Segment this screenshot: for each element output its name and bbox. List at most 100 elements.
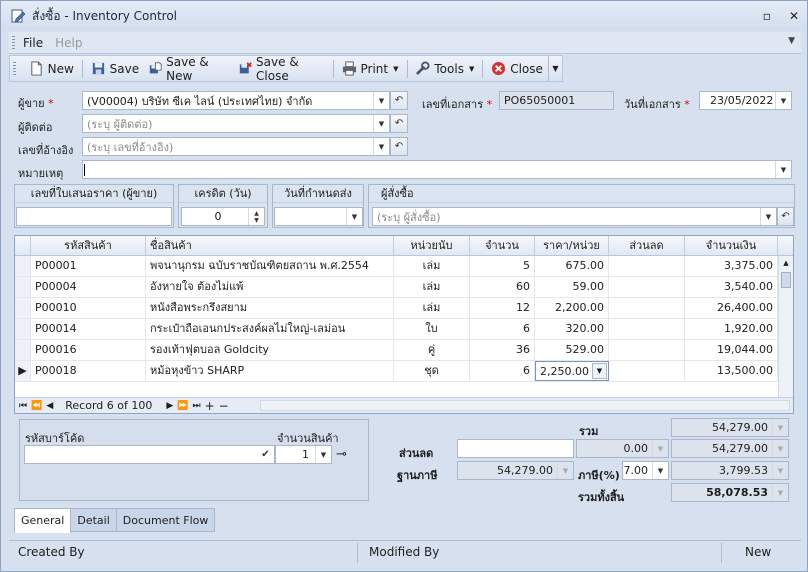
tab-detail[interactable]: Detail [70,508,117,532]
tab-document-flow[interactable]: Document Flow [115,508,216,532]
table-row[interactable]: P00004 อังหายใจ ต้องไม่แพ้ เล่ม 60 59.00 3,54… [15,277,778,298]
cell-discount[interactable] [609,256,685,276]
delivery-field[interactable]: ▼ [274,207,363,226]
cell-qty[interactable]: 6 [470,361,535,381]
chevron-down-icon[interactable]: ▼ [788,36,795,46]
cell-price[interactable]: 675.00 [535,256,609,276]
cell-discount[interactable] [609,298,685,318]
cell-code[interactable]: P00016 [31,340,146,360]
cell-name[interactable]: หม้อหุงข้าว SHARP [146,361,394,381]
cell-discount[interactable] [609,319,685,339]
cell-name[interactable]: หนังสือพระกรึงสยาม [146,298,394,318]
save-new-button[interactable]: Save & New [144,55,234,83]
table-row[interactable]: P00016 รองเท้าฟุตบอล Goldcity คู่ 36 529.00 1… [15,340,778,361]
discount-input[interactable] [457,439,574,458]
save-close-button[interactable]: Save & Close [234,55,330,83]
cell-unit[interactable]: ใบ [394,319,470,339]
cell-amount[interactable]: 26,400.00 [685,298,778,318]
cell-discount[interactable] [609,340,685,360]
contact-field[interactable]: (ระบุ ผู้ติดต่อ) ▼ [82,114,390,133]
tab-general[interactable]: General [14,508,72,533]
cell-price[interactable]: 529.00 [535,340,609,360]
product-qty-field[interactable]: 1 ▼ [275,445,332,464]
col-unit[interactable]: หน่วยนับ [394,236,470,255]
close-button[interactable]: Close [486,58,548,80]
col-name[interactable]: ชื่อสินค้า [146,236,394,255]
scroll-up-icon[interactable]: ▲ [779,256,793,270]
tools-button[interactable]: Tools ▼ [410,58,479,80]
table-row[interactable]: P00010 หนังสือพระกรึงสยาม เล่ม 12 2,200.00 26… [15,298,778,319]
credit-field[interactable]: 0 ▲ ▼ [181,207,265,226]
ref-undo-button[interactable]: ↶ [390,137,408,156]
table-row[interactable]: P00014 กระเป๋าถือเอนกประสงค์ผลไม่ใหญ่-เลม… [15,319,778,340]
chevron-down-icon[interactable]: ▼ [775,92,791,109]
col-price[interactable]: ราคา/หน่วย [535,236,609,255]
barcode-input[interactable] [24,445,258,464]
save-button[interactable]: Save [86,58,144,80]
pin-icon[interactable]: ⊸ [336,447,347,462]
cell-qty[interactable]: 36 [470,340,535,360]
new-button[interactable]: New [24,58,79,80]
check-icon[interactable]: ✔ [257,445,275,464]
chevron-down-icon[interactable]: ▼ [373,92,389,109]
cell-amount[interactable]: 19,044.00 [685,340,778,360]
vendor-field[interactable]: (V00004) บริษัท ซีเค ไลน์ (ประเทศไทย) จำ… [82,91,390,110]
cell-discount[interactable] [609,277,685,297]
cell-amount[interactable]: 3,540.00 [685,277,778,297]
cell-unit[interactable]: คู่ [394,340,470,360]
close-window-icon[interactable]: ✕ [789,10,799,22]
table-row[interactable]: ▶ P00018 หม้อหุงข้าว SHARP ชุด 6 2,250.00 ▼ 13,… [15,361,778,382]
next-record-icon[interactable]: ▶ [166,401,173,411]
prev-record-icon[interactable]: ◀ [46,401,53,411]
vendor-undo-button[interactable]: ↶ [390,91,408,110]
contact-undo-button[interactable]: ↶ [390,114,408,133]
scroll-thumb[interactable] [781,272,791,288]
cell-name[interactable]: กระเป๋าถือเอนกประสงค์ผลไม่ใหญ่-เลม่อน [146,319,394,339]
cell-unit[interactable]: เล่ม [394,277,470,297]
next-page-icon[interactable]: ⏩ [177,401,188,411]
add-record-icon[interactable]: + [205,399,215,413]
chevron-down-icon[interactable]: ▼ [373,115,389,132]
col-discount[interactable]: ส่วนลด [609,236,685,255]
buyer-undo-button[interactable]: ↶ [777,207,794,226]
horizontal-scrollbar[interactable] [260,400,790,411]
chevron-down-icon[interactable]: ▼ [775,161,791,178]
cell-name[interactable]: พจนานุกรม ฉบับราชบัณฑิตยสถาน พ.ศ.2554 [146,256,394,276]
prev-page-icon[interactable]: ⏪ [31,401,42,411]
first-record-icon[interactable]: ⏮ [19,401,27,411]
cell-unit[interactable]: เล่ม [394,298,470,318]
cell-code[interactable]: P00014 [31,319,146,339]
chevron-down-icon[interactable]: ▼ [760,208,776,225]
spin-updown-icon[interactable]: ▲ ▼ [248,208,264,225]
table-row[interactable]: P00001 พจนานุกรม ฉบับราชบัณฑิตยสถาน พ.ศ.2… [15,256,778,277]
cell-code[interactable]: P00001 [31,256,146,276]
cell-qty[interactable]: 6 [470,319,535,339]
cell-price[interactable]: 320.00 [535,319,609,339]
remark-field[interactable]: ▼ [82,160,792,179]
col-code[interactable]: รหัสสินค้า [31,236,146,255]
cell-name[interactable]: อังหายใจ ต้องไม่แพ้ [146,277,394,297]
chevron-down-icon[interactable]: ▼ [373,138,389,155]
vertical-scrollbar[interactable]: ▲ [778,256,793,399]
cell-code[interactable]: P00018 [31,361,146,381]
cell-price[interactable]: 59.00 [535,277,609,297]
col-amount[interactable]: จำนวนเงิน [685,236,778,255]
cell-discount[interactable] [609,361,685,381]
menu-file[interactable]: File [23,36,43,50]
col-qty[interactable]: จำนวน [470,236,535,255]
ref-field[interactable]: (ระบุ เลขที่อ้างอิง) ▼ [82,137,390,156]
cell-price[interactable]: 2,250.00 ▼ [535,361,609,381]
cell-amount[interactable]: 1,920.00 [685,319,778,339]
chevron-down-icon[interactable]: ▼ [652,462,668,479]
docdate-field[interactable]: 23/05/2022 ▼ [699,91,792,110]
toolbar-options-icon[interactable]: ▼ [547,56,562,81]
last-record-icon[interactable]: ⏭ [192,401,200,411]
cell-amount[interactable]: 3,375.00 [685,256,778,276]
cell-price[interactable]: 2,200.00 [535,298,609,318]
cell-unit[interactable]: เล่ม [394,256,470,276]
cell-unit[interactable]: ชุด [394,361,470,381]
buyer-field[interactable]: (ระบุ ผู้สั่งซื้อ) ▼ [372,207,777,226]
chevron-down-icon[interactable]: ▼ [315,446,331,463]
restore-icon[interactable]: ▫ [763,10,771,22]
cell-qty[interactable]: 5 [470,256,535,276]
